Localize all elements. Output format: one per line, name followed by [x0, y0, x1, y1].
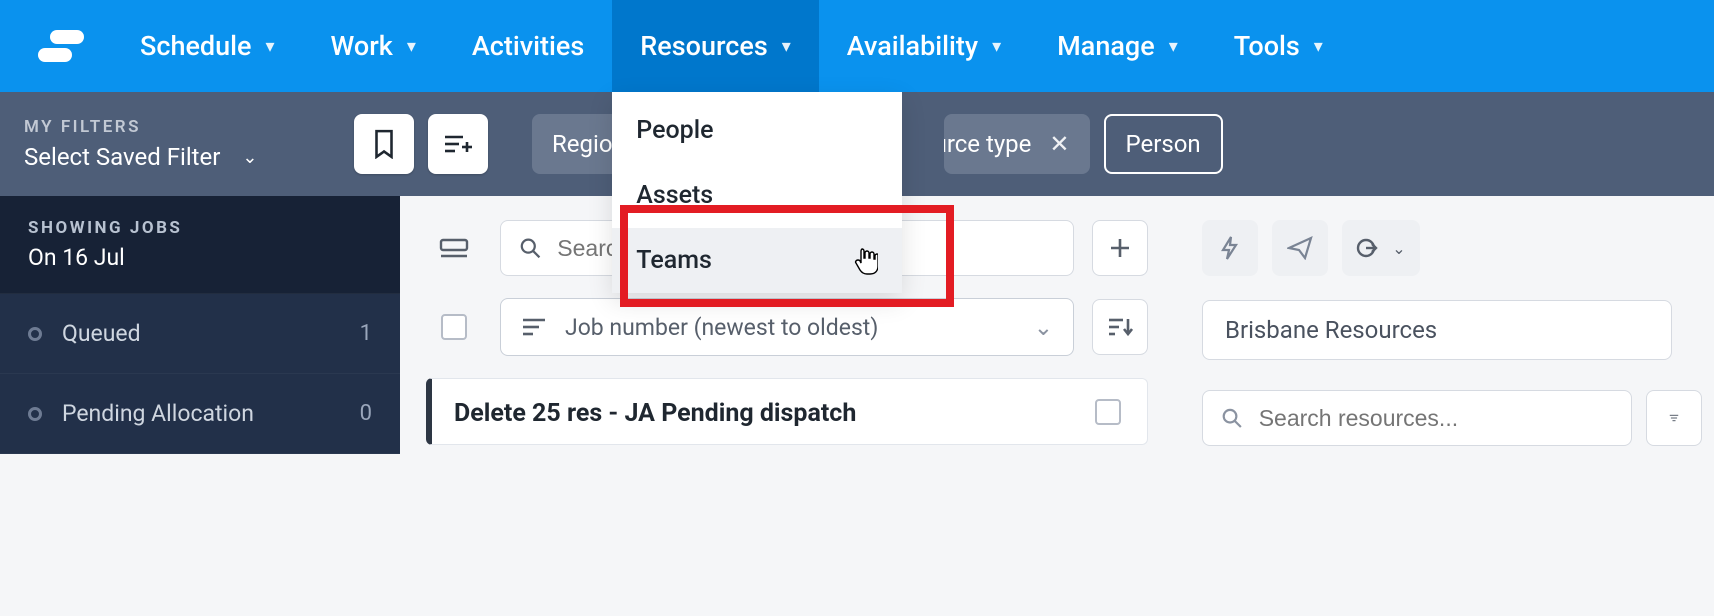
chevron-down-icon: ▾ — [265, 36, 274, 57]
saved-filter-dropdown[interactable]: Select Saved Filter ⌄ — [24, 143, 316, 171]
search-icon — [1221, 406, 1243, 430]
nav-schedule-label: Schedule — [140, 30, 251, 62]
nav-availability[interactable]: Availability ▾ — [819, 0, 1029, 92]
filter-chip-resource-type-label: Resource type — [944, 130, 1031, 158]
bookmark-button[interactable] — [354, 114, 414, 174]
resources-menu-assets-label: Assets — [636, 181, 713, 210]
my-filters-label: MY FILTERS — [24, 117, 316, 137]
sort-dropdown[interactable]: Job number (newest to oldest) ⌄ — [500, 298, 1074, 356]
nav-manage[interactable]: Manage ▾ — [1029, 0, 1206, 92]
filter-chip-resource-type[interactable]: Resource type ✕ — [944, 114, 1090, 174]
chevron-down-icon: ⌄ — [1034, 314, 1053, 341]
filter-chip-person[interactable]: Person — [1104, 114, 1223, 174]
resources-dropdown: People Assets Teams — [612, 92, 902, 293]
add-job-button[interactable] — [1092, 220, 1148, 276]
top-nav: Schedule ▾ Work ▾ Activities Resources ▾… — [0, 0, 1714, 92]
select-all-checkbox[interactable] — [426, 299, 482, 355]
saved-filter-label: Select Saved Filter — [24, 143, 220, 171]
sort-direction-button[interactable] — [1092, 299, 1148, 355]
add-filter-button[interactable] — [428, 114, 488, 174]
sort-icon — [521, 316, 547, 338]
export-icon — [1356, 236, 1386, 260]
cursor-hand-icon — [854, 247, 878, 275]
job-card[interactable]: Delete 25 res - JA Pending dispatch — [426, 378, 1148, 445]
export-button[interactable]: ⌄ — [1342, 220, 1420, 276]
job-card-title: Delete 25 res - JA Pending dispatch — [454, 399, 856, 428]
chevron-down-icon: ▾ — [407, 36, 416, 57]
sort-label: Job number (newest to oldest) — [565, 314, 878, 341]
close-icon[interactable]: ✕ — [1049, 130, 1069, 158]
filter-controls: Region Resource type ✕ Person — [340, 92, 1714, 196]
showing-jobs-header: SHOWING JOBS On 16 Jul — [0, 196, 400, 294]
sidebar-item-pending-count: 0 — [360, 401, 372, 426]
nav-availability-label: Availability — [847, 30, 978, 62]
resources-menu-people-label: People — [636, 116, 713, 145]
view-toggle-button[interactable] — [426, 220, 482, 276]
resources-panel: ⌄ Brisbane Resources — [1174, 196, 1714, 616]
nav-activities-label: Activities — [472, 30, 584, 62]
send-icon — [1287, 236, 1313, 260]
chevron-down-icon: ▾ — [992, 36, 1001, 57]
nav-schedule[interactable]: Schedule ▾ — [112, 0, 303, 92]
resources-menu-assets[interactable]: Assets — [612, 163, 902, 228]
nav-manage-label: Manage — [1057, 30, 1155, 62]
resources-menu-people[interactable]: People — [612, 98, 902, 163]
logo[interactable] — [0, 0, 112, 92]
nav-tools[interactable]: Tools ▾ — [1206, 0, 1351, 92]
filter-icon — [1669, 406, 1679, 430]
send-button[interactable] — [1272, 220, 1328, 276]
checkbox-icon — [441, 314, 467, 340]
my-filters-section: MY FILTERS Select Saved Filter ⌄ — [0, 92, 340, 196]
status-dot-icon — [28, 407, 42, 421]
chevron-down-icon: ⌄ — [1392, 239, 1405, 258]
sidebar-item-queued[interactable]: Queued 1 — [0, 294, 400, 374]
resources-search-input[interactable] — [1202, 390, 1632, 446]
nav-resources[interactable]: Resources ▾ People Assets Teams — [612, 0, 818, 92]
showing-jobs-date: On 16 Jul — [28, 244, 372, 271]
status-dot-icon — [28, 327, 42, 341]
sidebar-item-pending[interactable]: Pending Allocation 0 — [0, 374, 400, 454]
sidebar-item-queued-count: 1 — [360, 321, 372, 346]
quick-action-button[interactable] — [1202, 220, 1258, 276]
sidebar-item-queued-label: Queued — [62, 320, 141, 347]
sort-desc-icon — [1107, 315, 1133, 339]
search-icon — [519, 236, 541, 260]
bookmark-icon — [371, 129, 397, 159]
sidebar: SHOWING JOBS On 16 Jul Queued 1 Pending … — [0, 196, 400, 454]
card-view-icon — [439, 236, 469, 260]
chevron-down-icon: ▾ — [1169, 36, 1178, 57]
nav-work[interactable]: Work ▾ — [303, 0, 444, 92]
nav-activities[interactable]: Activities — [444, 0, 612, 92]
sidebar-item-pending-label: Pending Allocation — [62, 400, 254, 427]
nav-tools-label: Tools — [1234, 30, 1300, 62]
chevron-down-icon: ⌄ — [242, 147, 257, 168]
bolt-icon — [1219, 235, 1241, 261]
resources-menu-teams-label: Teams — [636, 246, 712, 275]
filter-add-icon — [443, 132, 473, 156]
resources-group-label: Brisbane Resources — [1225, 316, 1437, 344]
resources-search-field[interactable] — [1259, 405, 1613, 432]
plus-icon — [1108, 236, 1132, 260]
showing-jobs-label: SHOWING JOBS — [28, 218, 372, 238]
chevron-down-icon: ▾ — [1314, 36, 1323, 57]
nav-work-label: Work — [331, 30, 393, 62]
job-card-checkbox[interactable] — [1095, 399, 1121, 425]
filter-chip-person-label: Person — [1126, 130, 1201, 158]
nav-resources-label: Resources — [640, 30, 767, 62]
resources-group-header[interactable]: Brisbane Resources — [1202, 300, 1672, 360]
resources-menu-teams[interactable]: Teams — [612, 228, 902, 293]
resources-filter-button[interactable] — [1646, 390, 1702, 446]
chevron-down-icon: ▾ — [782, 36, 791, 57]
